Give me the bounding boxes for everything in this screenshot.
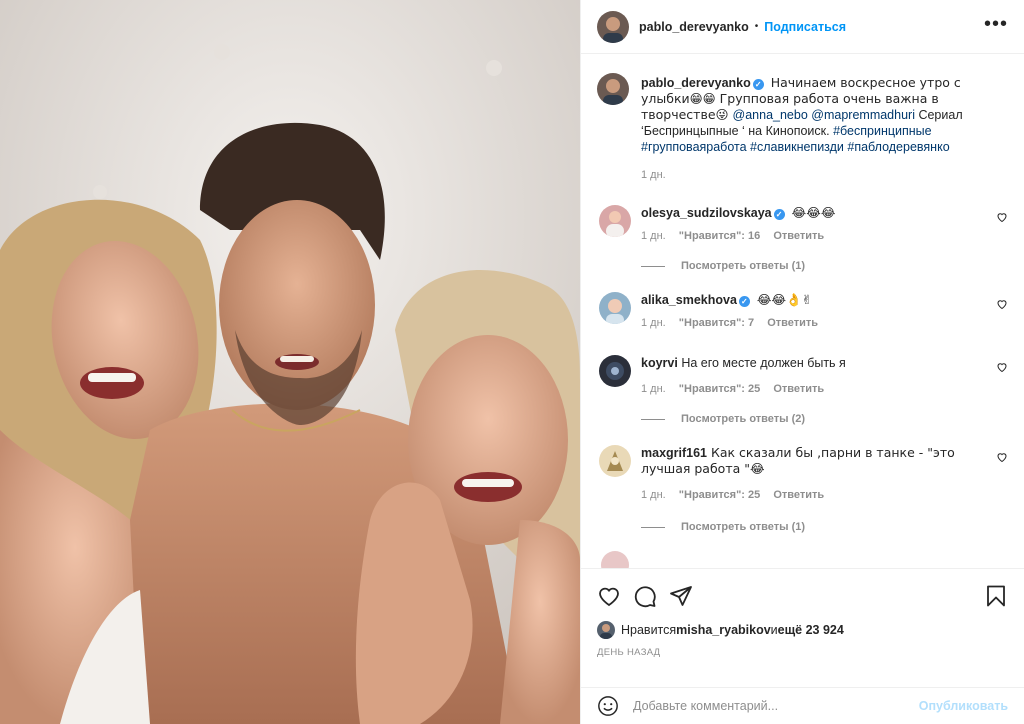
view-replies-label: Посмотреть ответы (1): [681, 521, 806, 533]
comment-icon[interactable]: [633, 584, 657, 608]
post-comment-button[interactable]: Опубликовать: [919, 699, 1008, 713]
action-icons: [597, 569, 1008, 623]
more-icon[interactable]: •••: [984, 14, 1008, 34]
comment-item: olesya_sudzilovskaya ✓ 😂😂😂 1 дн. "Нравитс…: [597, 205, 1008, 244]
mention-link[interactable]: @mapremmadhuri: [811, 108, 915, 122]
reply-button[interactable]: Ответить: [773, 230, 824, 242]
verified-icon: ✓: [773, 209, 785, 220]
emoji-icon[interactable]: [597, 695, 619, 717]
caption-avatar[interactable]: [597, 73, 629, 105]
add-comment-bar: Опубликовать: [581, 687, 1024, 724]
likes-and: и: [770, 623, 778, 637]
comment-time: 1 дн.: [641, 230, 666, 242]
view-replies-label: Посмотреть ответы (1): [681, 260, 806, 272]
comment-meta: 1 дн. "Нравится": 16 Ответить: [641, 228, 985, 244]
comment-item: maxgrif161 Как сказали бы ,парни в танке…: [597, 445, 1008, 503]
post-image: [0, 0, 580, 724]
author-username[interactable]: pablo_derevyanko: [639, 20, 749, 34]
comment-avatar[interactable]: [599, 292, 631, 324]
comment-text: koyrvi На его месте должен быть я 1 дн. …: [641, 355, 985, 397]
liker-username[interactable]: misha_ryabikov: [676, 623, 771, 637]
comment-item: alika_smekhova ✓ 😂😂👌✌ 1 дн. "Нравится": 7…: [597, 292, 1008, 331]
likes-prefix: Нравится: [621, 623, 677, 637]
comment-username[interactable]: koyrvi: [641, 356, 678, 370]
comment-item: koyrvi На его месте должен быть я 1 дн. …: [597, 355, 1008, 397]
replies-line: [641, 418, 665, 420]
comment-time: 1 дн.: [641, 383, 666, 395]
comment-username[interactable]: olesya_sudzilovskaya: [641, 206, 772, 220]
liker-avatar[interactable]: [597, 621, 615, 639]
comment-text: alika_smekhova ✓ 😂😂👌✌ 1 дн. "Нравится": 7…: [641, 292, 985, 331]
post-photo[interactable]: [0, 0, 580, 724]
caption-username[interactable]: pablo_derevyanko: [641, 76, 751, 90]
caption-time: 1 дн.: [641, 169, 666, 181]
comment-likes[interactable]: "Нравится": 25: [679, 383, 760, 395]
comment-text: olesya_sudzilovskaya ✓ 😂😂😂 1 дн. "Нравитс…: [641, 205, 985, 244]
share-icon[interactable]: [669, 584, 693, 608]
replies-line: [641, 526, 665, 528]
caption-text: pablo_derevyanko ✓ Начинаем воскресное ут…: [641, 75, 985, 183]
comment-body: На его месте должен быть я: [677, 356, 846, 370]
comment-avatar[interactable]: [599, 445, 631, 477]
bookmark-icon[interactable]: [984, 584, 1008, 608]
post-header: pablo_derevyanko • Подписаться •••: [581, 0, 1024, 54]
comment-avatar[interactable]: [599, 355, 631, 387]
view-replies-button[interactable]: Посмотреть ответы (1): [641, 260, 1008, 272]
comments-list[interactable]: pablo_derevyanko ✓ Начинаем воскресное ут…: [581, 55, 1024, 568]
caption: pablo_derevyanko ✓ Начинаем воскресное ут…: [597, 73, 1008, 183]
heart-icon[interactable]: [996, 211, 1008, 223]
reply-button[interactable]: Ответить: [767, 317, 818, 329]
comment-meta: 1 дн. "Нравится": 25 Ответить: [641, 487, 985, 503]
verified-icon: ✓: [738, 296, 750, 307]
comment-meta: 1 дн. "Нравится": 7 Ответить: [641, 315, 985, 331]
post-panel: pablo_derevyanko • Подписаться ••• pablo…: [580, 0, 1024, 724]
heart-icon[interactable]: [597, 584, 621, 608]
reply-button[interactable]: Ответить: [773, 383, 824, 395]
comment-avatar[interactable]: [601, 551, 629, 568]
likes-count[interactable]: ещё 23 924: [778, 623, 844, 637]
comment-body: 😂😂😂: [787, 205, 836, 220]
replies-line: [641, 265, 665, 267]
follow-button[interactable]: Подписаться: [764, 20, 846, 34]
post-date[interactable]: ДЕНЬ НАЗАД: [597, 647, 1008, 658]
heart-icon[interactable]: [996, 361, 1008, 373]
view-replies-button[interactable]: Посмотреть ответы (2): [641, 413, 1008, 425]
likes-summary: Нравится misha_ryabikov и ещё 23 924: [597, 621, 1008, 639]
comment-meta: 1 дн. "Нравится": 25 Ответить: [641, 381, 985, 397]
verified-icon: ✓: [752, 79, 764, 90]
heart-icon[interactable]: [996, 451, 1008, 463]
comment-avatar[interactable]: [599, 205, 631, 237]
comment-time: 1 дн.: [641, 489, 666, 501]
comment-body: 😂😂👌✌: [752, 292, 813, 307]
comment-time: 1 дн.: [641, 317, 666, 329]
comment-likes[interactable]: "Нравится": 25: [679, 489, 760, 501]
action-bar: Нравится misha_ryabikov и ещё 23 924 ДЕН…: [581, 568, 1024, 658]
view-replies-button[interactable]: Посмотреть ответы (1): [641, 521, 1008, 533]
comment-username[interactable]: alika_smekhova: [641, 293, 737, 307]
comment-input[interactable]: [633, 699, 919, 713]
comment-text: maxgrif161 Как сказали бы ,парни в танке…: [641, 445, 985, 503]
mention-link[interactable]: @anna_nebo: [733, 108, 808, 122]
comment-likes[interactable]: "Нравится": 16: [679, 230, 760, 242]
comment-likes[interactable]: "Нравится": 7: [679, 317, 754, 329]
reply-button[interactable]: Ответить: [773, 489, 824, 501]
view-replies-label: Посмотреть ответы (2): [681, 413, 806, 425]
author-avatar[interactable]: [597, 10, 629, 43]
comment-username[interactable]: maxgrif161: [641, 446, 707, 460]
heart-icon[interactable]: [996, 298, 1008, 310]
separator-dot: •: [754, 21, 759, 32]
